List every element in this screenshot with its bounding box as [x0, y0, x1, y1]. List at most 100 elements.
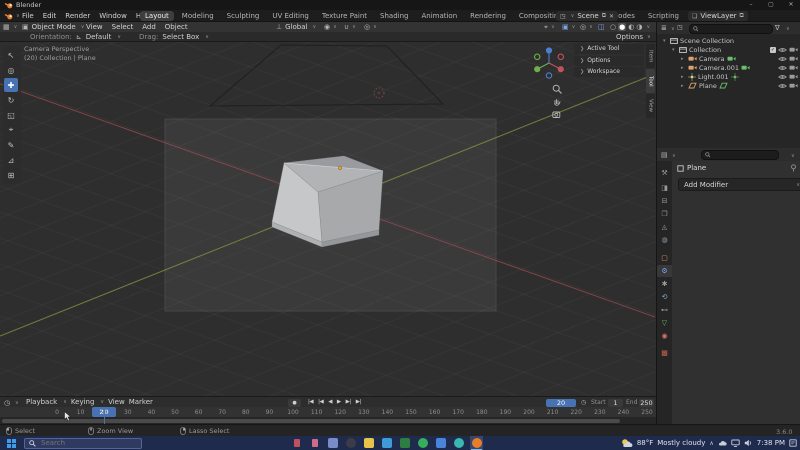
- transform-orientation-selector[interactable]: ⊥ Global ∨: [276, 22, 316, 32]
- neg-x-axis-handle[interactable]: [557, 53, 565, 61]
- camera-toggle-icon[interactable]: [789, 55, 798, 62]
- camera-toggle-icon[interactable]: [789, 64, 798, 71]
- clock[interactable]: 7:38 PM: [757, 439, 785, 447]
- eye-toggle-icon[interactable]: [778, 83, 787, 89]
- outliner-row-scene-collection[interactable]: ▾ Scene Collection: [657, 36, 800, 45]
- jump-to-prev-keyframe-button[interactable]: |◀: [316, 399, 325, 405]
- neg-y-axis-handle[interactable]: [533, 53, 541, 61]
- camera-view-icon[interactable]: [552, 110, 563, 119]
- breadcrumb-object-name[interactable]: Plane: [687, 164, 706, 172]
- weather-temperature[interactable]: 88°F: [637, 439, 653, 447]
- snap-selector[interactable]: ∪ ∨: [344, 22, 356, 32]
- taskbar-app-widget-pink[interactable]: [308, 436, 321, 450]
- outliner-row-light-001[interactable]: ▸ Light.001: [657, 72, 800, 81]
- mode-selector[interactable]: ▣ Object Mode ∨: [22, 22, 84, 32]
- tool-measure[interactable]: ⊿: [4, 153, 18, 167]
- taskbar-app-widget-red[interactable]: [290, 436, 303, 450]
- overlays-toggle[interactable]: ▣ ∨: [562, 22, 575, 32]
- properties-tab-constraints[interactable]: ⊷: [657, 304, 672, 316]
- keycap-object[interactable]: [271, 155, 384, 248]
- properties-search-input[interactable]: [712, 151, 775, 159]
- tool-select-box[interactable]: ↖: [4, 48, 18, 62]
- weather-description[interactable]: Mostly cloudy: [657, 439, 705, 447]
- expand-icon[interactable]: ▸: [681, 65, 686, 71]
- onedrive-icon[interactable]: [718, 439, 727, 447]
- tool-cursor[interactable]: ◎: [4, 63, 18, 77]
- material-shading-icon[interactable]: ◐: [628, 23, 634, 31]
- eye-toggle-icon[interactable]: [778, 56, 787, 62]
- start-button[interactable]: [7, 438, 16, 448]
- xray-toggle[interactable]: ◫: [598, 22, 605, 32]
- properties-tab-modifiers[interactable]: ⚙: [657, 265, 672, 277]
- outliner-row-camera-001[interactable]: ▸ Camera.001: [657, 63, 800, 72]
- zoom-view-icon[interactable]: [552, 84, 563, 95]
- taskbar-search-input[interactable]: [39, 438, 133, 448]
- display-mode-icon[interactable]: ◳: [677, 24, 683, 31]
- tool-scale[interactable]: ◱: [4, 108, 18, 122]
- end-frame-field[interactable]: 250: [639, 398, 654, 407]
- add-modifier-button[interactable]: Add Modifier ∨: [678, 178, 800, 191]
- tool-rotate[interactable]: ↻: [4, 93, 18, 107]
- menu-file[interactable]: File: [22, 12, 34, 20]
- pan-view-icon[interactable]: [552, 97, 563, 108]
- sidebar-tab-tool[interactable]: Tool: [646, 69, 655, 93]
- workspace-tab-scripting[interactable]: Scripting: [643, 11, 684, 21]
- taskbar-app-file-explorer[interactable]: [362, 436, 375, 450]
- rendered-shading-icon[interactable]: ◑: [636, 23, 642, 31]
- unlink-scene-icon[interactable]: ✕: [609, 13, 614, 20]
- taskbar-app-blue-folder-app[interactable]: [434, 436, 447, 450]
- navigation-gizmo[interactable]: [531, 45, 567, 81]
- proportional-editing-selector[interactable]: ◎ ∨: [364, 22, 377, 32]
- properties-tab-object-data[interactable]: ▽: [657, 317, 672, 329]
- taskbar-app-tasks-app[interactable]: [380, 436, 393, 450]
- filter-icon[interactable]: ∇: [775, 24, 780, 32]
- menu-edit[interactable]: Edit: [43, 12, 57, 20]
- taskbar-app-browser[interactable]: [344, 436, 357, 450]
- workspace-tab-modeling[interactable]: Modeling: [177, 11, 219, 21]
- pin-icon[interactable]: [790, 164, 797, 172]
- taskbar-app-media-player[interactable]: [326, 436, 339, 450]
- close-button[interactable]: ✕: [782, 0, 800, 10]
- sidebar-tab-item[interactable]: Item: [646, 44, 655, 68]
- tool-add-cube[interactable]: ⊞: [4, 168, 18, 182]
- new-scene-icon[interactable]: ⧉: [602, 12, 606, 20]
- expand-icon[interactable]: ▸: [681, 83, 686, 89]
- timeline-menu-playback[interactable]: Playback: [26, 398, 57, 406]
- properties-tab-material[interactable]: ◉: [657, 330, 672, 342]
- tray-chevron-up-icon[interactable]: ∧: [709, 440, 713, 447]
- action-center-icon[interactable]: [789, 439, 797, 447]
- properties-tab-view-layer[interactable]: ❐: [657, 208, 672, 220]
- x-axis-handle[interactable]: [557, 66, 564, 73]
- outliner-search-input[interactable]: [700, 25, 769, 32]
- taskbar-search[interactable]: [24, 437, 142, 449]
- outliner-row-plane[interactable]: ▸ Plane: [657, 81, 800, 90]
- taskbar-app-excel[interactable]: [398, 436, 411, 450]
- scene-selector[interactable]: ◳ ∨ Scene ⧉ ✕: [556, 11, 619, 21]
- options-button[interactable]: Options ∨: [616, 32, 651, 41]
- network-icon[interactable]: [731, 439, 740, 447]
- tool-move[interactable]: ✚: [4, 78, 18, 92]
- viewport-menu-select[interactable]: Select: [112, 23, 134, 31]
- checkbox-toggle[interactable]: ✓: [770, 46, 776, 53]
- properties-tab-physics[interactable]: ⟲: [657, 291, 672, 303]
- properties-search[interactable]: [701, 150, 779, 160]
- workspace-tab-texture-paint[interactable]: Texture Paint: [317, 11, 372, 21]
- camera-toggle-icon[interactable]: [789, 46, 798, 53]
- solid-shading-icon[interactable]: ●: [618, 23, 627, 31]
- jump-to-end-button[interactable]: ▶|: [354, 399, 363, 405]
- workspace-tab-layout[interactable]: Layout: [140, 10, 174, 21]
- timeline-scrollbar-thumb[interactable]: [2, 418, 620, 423]
- sidebar-section-active-tool[interactable]: ❯ Active Tool: [574, 44, 644, 54]
- collapse-icon[interactable]: ▾: [663, 38, 668, 44]
- drag-value[interactable]: Select Box: [162, 33, 199, 41]
- menu-render[interactable]: Render: [65, 12, 90, 20]
- properties-tab-world[interactable]: ◍: [657, 234, 672, 246]
- timeline-menu-marker[interactable]: Marker: [129, 398, 153, 406]
- maximize-button[interactable]: ▢: [762, 0, 780, 10]
- wireframe-shading-icon[interactable]: ○: [610, 23, 616, 31]
- properties-tab-render[interactable]: ◨: [657, 182, 672, 194]
- pivot-point-selector[interactable]: ◉ ∨: [324, 22, 337, 32]
- auto-keying-toggle[interactable]: ●: [288, 398, 301, 407]
- timeline-menu-keying[interactable]: Keying: [71, 398, 95, 406]
- y-axis-handle[interactable]: [534, 66, 541, 73]
